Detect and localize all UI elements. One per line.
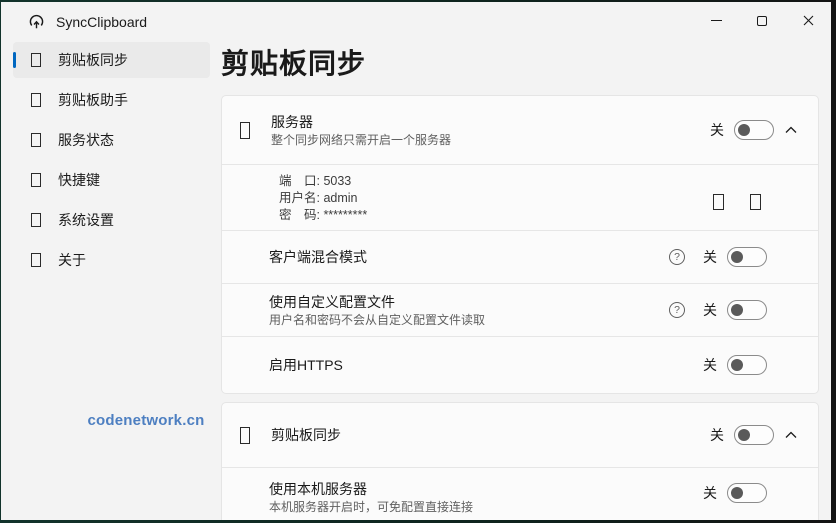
sidebar-item-service-status[interactable]: 服务状态 bbox=[13, 122, 210, 158]
toggle-knob bbox=[731, 251, 743, 263]
selection-accent-bar bbox=[13, 52, 16, 68]
custom-config-title: 使用自定义配置文件 bbox=[269, 293, 395, 310]
use-local-server-row: 使用本机服务器 本机服务器开启时，可免配置直接连接 关 bbox=[222, 468, 818, 520]
toggle-label: 关 bbox=[703, 485, 717, 501]
watermark: codenetwork.cn bbox=[87, 412, 205, 429]
clipboard-sync-title: 剪贴板同步 bbox=[271, 426, 341, 443]
server-collapse-chevron[interactable] bbox=[785, 126, 797, 134]
clipboard-sync-card: 剪贴板同步 关 使用本机服务器 本机服务器开启时，可免配置直接连接 关 bbox=[221, 402, 819, 520]
sidebar-item-label: 剪贴板助手 bbox=[58, 92, 128, 108]
use-local-server-toggle[interactable] bbox=[727, 483, 767, 503]
sidebar-item-label: 剪贴板同步 bbox=[58, 52, 128, 68]
about-icon bbox=[31, 253, 41, 267]
toggle-label: 关 bbox=[703, 249, 717, 265]
toggle-label: 关 bbox=[703, 302, 717, 318]
server-subtitle: 整个同步网络只需开启一个服务器 bbox=[271, 132, 452, 147]
system-settings-icon bbox=[31, 213, 41, 227]
clipboard-sync-toggle-label: 关 bbox=[710, 427, 724, 443]
chevron-up-icon bbox=[785, 126, 797, 133]
custom-config-subtitle: 用户名和密码不会从自定义配置文件读取 bbox=[269, 312, 486, 327]
sidebar-item-label: 关于 bbox=[58, 252, 86, 268]
app-window: SyncClipboard 剪贴板同步 剪贴板助手 服务状态 快捷键 系统设置 … bbox=[1, 2, 831, 520]
clipboard-sync-collapse-chevron[interactable] bbox=[785, 431, 797, 439]
custom-config-toggle[interactable] bbox=[727, 300, 767, 320]
close-button[interactable] bbox=[785, 2, 831, 39]
enable-https-row: 启用HTTPS 关 bbox=[222, 337, 818, 393]
sync-cloud-icon bbox=[29, 14, 44, 29]
use-local-server-title: 使用本机服务器 bbox=[269, 481, 367, 497]
custom-config-row: 使用自定义配置文件 用户名和密码不会从自定义配置文件读取 ? 关 bbox=[222, 284, 818, 336]
sidebar-item-hotkeys[interactable]: 快捷键 bbox=[13, 162, 210, 198]
toggle-label: 关 bbox=[703, 357, 717, 373]
hotkeys-icon bbox=[31, 173, 41, 187]
sidebar-item-label: 系统设置 bbox=[58, 212, 114, 228]
toggle-knob bbox=[738, 429, 750, 441]
sidebar-item-label: 服务状态 bbox=[58, 132, 114, 148]
server-detail-section: 端 口: 5033 用户名: admin 密 码: ********* bbox=[222, 165, 818, 230]
sidebar-item-clipboard-sync[interactable]: 剪贴板同步 bbox=[13, 42, 210, 78]
clipboard-sync-card-header[interactable]: 剪贴板同步 关 bbox=[222, 403, 818, 467]
sidebar: 剪贴板同步 剪贴板助手 服务状态 快捷键 系统设置 关于 bbox=[13, 42, 210, 282]
minimize-button[interactable] bbox=[693, 2, 739, 39]
server-card: 服务器 整个同步网络只需开启一个服务器 关 端 口: 5033 用户名: adm… bbox=[221, 95, 819, 394]
server-card-header[interactable]: 服务器 整个同步网络只需开启一个服务器 关 bbox=[222, 96, 818, 164]
server-password-line: 密 码: ********* bbox=[279, 208, 368, 222]
clipboard-assistant-icon bbox=[31, 93, 41, 107]
sidebar-item-clipboard-assistant[interactable]: 剪贴板助手 bbox=[13, 82, 210, 118]
maximize-icon bbox=[757, 15, 767, 26]
help-icon[interactable]: ? bbox=[669, 302, 685, 318]
enable-https-toggle[interactable] bbox=[727, 355, 767, 375]
use-local-server-subtitle: 本机服务器开启时，可免配置直接连接 bbox=[269, 500, 474, 514]
maximize-button[interactable] bbox=[739, 2, 785, 39]
toggle-knob bbox=[731, 487, 743, 499]
service-status-icon bbox=[31, 133, 41, 147]
help-icon[interactable]: ? bbox=[669, 249, 685, 265]
server-toggle-label: 关 bbox=[710, 122, 724, 138]
client-mixed-mode-title: 客户端混合模式 bbox=[269, 248, 367, 265]
edit-credentials-icon[interactable] bbox=[750, 193, 761, 210]
sidebar-item-about[interactable]: 关于 bbox=[13, 242, 210, 278]
server-toggle[interactable] bbox=[734, 120, 774, 140]
clipboard-sync-icon bbox=[240, 426, 250, 444]
toggle-knob bbox=[731, 304, 743, 316]
client-mixed-mode-toggle[interactable] bbox=[727, 247, 767, 267]
app-title: SyncClipboard bbox=[56, 14, 148, 30]
toggle-knob bbox=[731, 359, 743, 371]
sidebar-item-label: 快捷键 bbox=[58, 172, 100, 188]
titlebar: SyncClipboard bbox=[1, 2, 831, 42]
sidebar-item-system-settings[interactable]: 系统设置 bbox=[13, 202, 210, 238]
server-icon bbox=[240, 121, 250, 139]
copy-credentials-icon[interactable] bbox=[713, 193, 724, 210]
toggle-knob bbox=[738, 124, 750, 136]
page-title: 剪贴板同步 bbox=[221, 48, 367, 79]
clipboard-sync-toggle[interactable] bbox=[734, 425, 774, 445]
enable-https-title: 启用HTTPS bbox=[269, 356, 343, 373]
minimize-icon bbox=[710, 19, 722, 22]
client-mixed-mode-row: 客户端混合模式 ? 关 bbox=[222, 231, 818, 283]
server-title: 服务器 bbox=[271, 113, 313, 130]
server-port-line: 端 口: 5033 bbox=[279, 174, 352, 188]
server-username-line: 用户名: admin bbox=[279, 191, 358, 205]
chevron-up-icon bbox=[785, 431, 797, 438]
close-icon bbox=[803, 15, 813, 26]
clipboard-sync-icon bbox=[31, 53, 41, 67]
